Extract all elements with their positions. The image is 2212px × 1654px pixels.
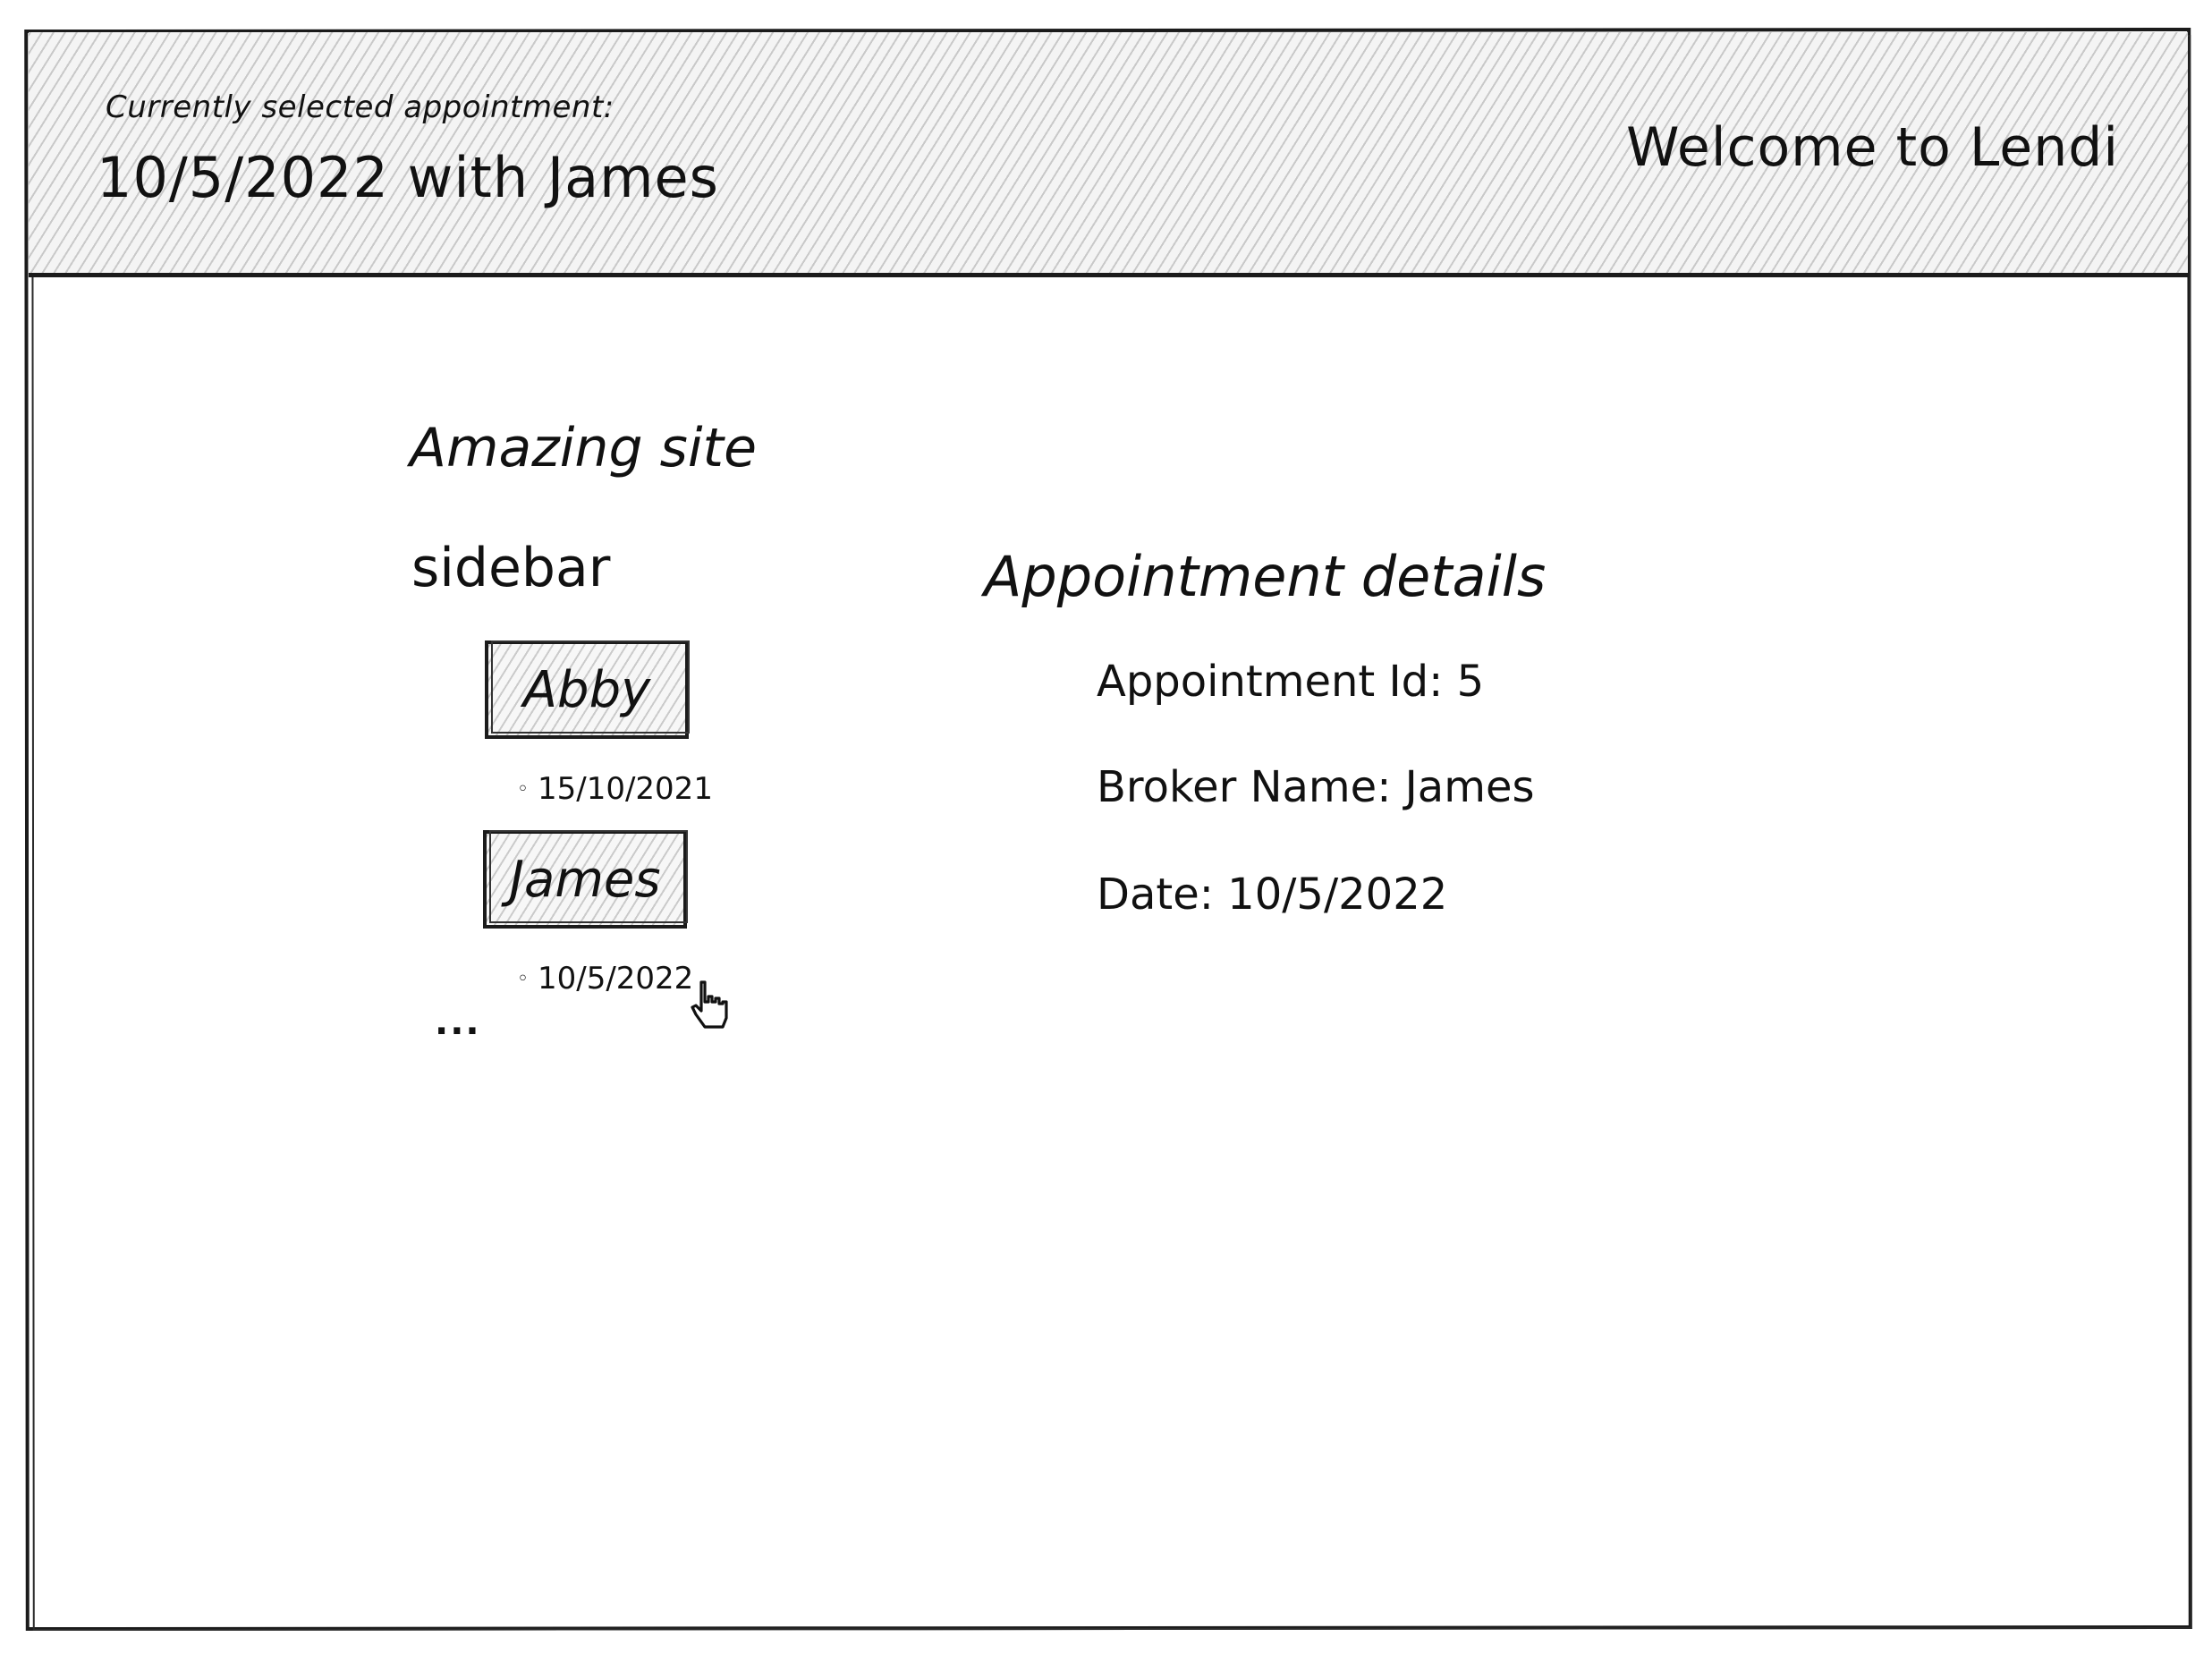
broker-name: Broker Name: James (1097, 762, 1535, 812)
circle-bullet-icon: ◦ (517, 777, 529, 801)
appointment-id: Appointment Id: 5 (1097, 657, 1485, 707)
sidebar-heading: sidebar (411, 537, 611, 599)
welcome-message: Welcome to Lendi (1626, 116, 2119, 179)
appointment-date: 10/5/2022 (537, 961, 694, 997)
appointment-date-detail: Date: 10/5/2022 (1097, 869, 1448, 920)
broker-button-james[interactable]: James (483, 830, 688, 929)
broker-button-abby[interactable]: Abby (485, 640, 690, 739)
circle-bullet-icon: ◦ (517, 967, 529, 990)
selected-appointment-value: 10/5/2022 with James (97, 145, 719, 210)
site-title: Amazing site (410, 417, 757, 479)
appointment-item-abby[interactable]: ◦ 15/10/2021 (517, 771, 713, 807)
appointment-details-heading: Appointment details (984, 544, 1547, 609)
appointment-item-james[interactable]: ◦ 10/5/2022 (517, 961, 693, 997)
more-ellipsis: ... (435, 1002, 481, 1043)
hand-pointer-icon (691, 980, 728, 1029)
appointment-date: 15/10/2021 (537, 771, 713, 807)
selected-appointment-caption: Currently selected appointment: (106, 89, 614, 125)
